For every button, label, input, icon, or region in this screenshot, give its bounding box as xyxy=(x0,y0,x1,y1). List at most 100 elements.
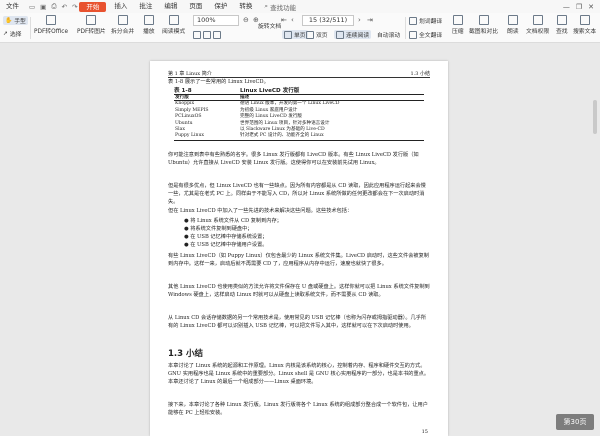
bullet-item: ● 在 USB 记忆棒中存储系统设置； xyxy=(184,234,268,240)
scroll-thumb[interactable] xyxy=(593,100,597,134)
redo-icon[interactable]: ↷ xyxy=(72,3,77,11)
continuous-read-button[interactable]: 连续阅读 xyxy=(334,30,372,39)
read-aloud-label: 朗读 xyxy=(507,29,519,35)
full-translate-label: 全文翻译 xyxy=(419,33,443,39)
play-button[interactable]: 播放 xyxy=(143,15,155,35)
ribbon-divider xyxy=(405,17,406,39)
continuous-read-icon xyxy=(336,30,344,39)
distro-table: 发行版 描述 Knoppix 德语 Linux 版本，开发的第一个 Linux … xyxy=(174,94,424,141)
search-icon: ⌕ xyxy=(264,2,269,10)
menu-insert[interactable]: 插入 xyxy=(108,0,133,13)
section-heading: 1.3 小结 xyxy=(168,349,204,359)
single-page-button[interactable]: 单页 xyxy=(282,30,308,39)
hand-tool-button[interactable]: ✋ 手型 xyxy=(3,16,28,25)
double-page-icon xyxy=(306,30,314,39)
menu-annotate[interactable]: 批注 xyxy=(133,0,158,13)
table-header-cell: 发行版 xyxy=(175,95,189,100)
paragraph: 本章讨论了 Linux 系统的起源和工作原理。Linux 内核是该系统的核心，控… xyxy=(168,363,430,385)
paragraph: 接下来，本章讨论了各种 Linux 发行版。Linux 发行版将各个 Linux… xyxy=(168,402,428,416)
rotate-doc-button[interactable]: 旋转文档 xyxy=(258,21,281,30)
prev-page-icon[interactable]: ‹ xyxy=(291,16,294,24)
pdf-to-office-button[interactable]: PDF转Office xyxy=(34,15,68,35)
split-merge-icon xyxy=(117,15,128,25)
read-aloud-button[interactable]: 朗读 xyxy=(507,15,519,35)
cursor-icon: ➚ xyxy=(3,30,8,37)
paragraph: 但是有很多优点，但 Linux LiveCD 也有一些缺点。因为所有内容都是从 … xyxy=(168,183,426,205)
minimize-icon[interactable]: — xyxy=(563,3,570,11)
ribbon-divider xyxy=(30,17,31,39)
single-page-label: 单页 xyxy=(294,33,306,39)
split-merge-button[interactable]: 拆分合并 xyxy=(111,15,134,35)
undo-icon[interactable]: ↶ xyxy=(62,3,67,11)
menu-file[interactable]: 文件 xyxy=(0,0,25,13)
function-search[interactable]: ⌕ 查找功能 xyxy=(264,2,296,12)
close-icon[interactable]: ✕ xyxy=(588,3,594,11)
translate-icon xyxy=(409,16,417,25)
actual-size-icon[interactable] xyxy=(213,31,221,39)
pdf-to-image-button[interactable]: PDF转图片 xyxy=(77,15,106,35)
bullet-item: ● 将 Linux 系统文件从 CD 复制到内存； xyxy=(184,218,282,224)
running-header-left: 第 1 章 Linux 简介 xyxy=(168,71,212,77)
menu-bar: 文件 ▭ ▣ ⎙ ↶ ↷ 开始 插入 批注 编辑 页面 保护 转换 ⌕ 查找功能… xyxy=(0,0,600,13)
fit-width-icon[interactable] xyxy=(193,31,201,39)
double-page-button[interactable]: 双页 xyxy=(306,30,328,39)
menu-edit[interactable]: 编辑 xyxy=(158,0,183,13)
open-icon[interactable]: ▭ xyxy=(29,3,35,11)
page-number-input[interactable]: 15 (32/511) xyxy=(302,15,354,26)
menu-convert[interactable]: 转换 xyxy=(233,0,258,13)
bullet-text: 在 USB 记忆棒中存储用户设置。 xyxy=(190,242,268,248)
function-search-label: 查找功能 xyxy=(270,3,297,12)
find-label: 查找 xyxy=(556,29,568,35)
paragraph: 从 Linux CD 会话存储数据的另一个常用技术是，使用常见的 USB 记忆棒… xyxy=(168,315,427,329)
table-cell: Puppy Linux xyxy=(175,133,205,139)
search-text-label: 搜索文本 xyxy=(573,29,597,35)
play-icon xyxy=(143,15,154,25)
select-tool-button[interactable]: ➚ 选择 xyxy=(3,29,21,39)
table-caption-number: 表 1-8 xyxy=(174,88,192,94)
rotate-doc-label: 旋转文档 xyxy=(258,24,282,30)
full-translate-button[interactable]: 全文翻译 xyxy=(409,30,442,39)
screenshot-compare-button[interactable]: 截图和对比 xyxy=(469,15,498,35)
magnifier-icon xyxy=(556,15,567,25)
zoom-out-icon[interactable]: ⊖ xyxy=(243,16,249,24)
menu-page[interactable]: 页面 xyxy=(183,0,208,13)
view-toggles xyxy=(193,31,221,39)
vertical-scrollbar[interactable] xyxy=(592,44,598,436)
window-controls: — ❐ ✕ xyxy=(563,3,600,11)
table-cell: 针对老式 PC 设计的、功能齐全的 Linux xyxy=(240,133,324,139)
speaker-icon xyxy=(507,15,518,25)
compress-icon xyxy=(452,15,463,25)
auto-scroll-label: 自动滚动 xyxy=(377,33,401,39)
page-number: 15 xyxy=(421,429,428,435)
play-label: 播放 xyxy=(143,29,155,35)
compress-button[interactable]: 压缩 xyxy=(452,15,464,35)
read-mode-button[interactable]: 阅读模式 xyxy=(162,15,185,35)
table-intro: 表 1-8 展示了一些常用的 Linux LiveCD。 xyxy=(168,79,269,85)
word-translate-button[interactable]: 划词翻译 xyxy=(409,16,442,25)
save-icon[interactable]: ▣ xyxy=(40,3,46,11)
hand-tool-label: 手型 xyxy=(14,19,26,25)
auto-scroll-button[interactable]: 自动滚动 xyxy=(377,30,400,39)
bullet-item: ● 在 USB 记忆棒中存储用户设置。 xyxy=(184,242,268,248)
word-translate-label: 划词翻译 xyxy=(419,19,443,25)
zoom-select[interactable]: 100% xyxy=(193,15,239,26)
fit-page-icon[interactable] xyxy=(203,31,211,39)
running-header-right: 1.3 小结 xyxy=(410,71,430,77)
doc-rights-button[interactable]: 文档权限 xyxy=(526,15,549,35)
bullet-text: 将 Linux 系统文件从 CD 复制到内存； xyxy=(190,218,282,224)
find-button[interactable]: 查找 xyxy=(556,15,568,35)
first-page-icon[interactable]: ⇤ xyxy=(281,16,287,24)
pdf-to-office-label: PDF转Office xyxy=(34,29,69,35)
continuous-read-label: 连续阅读 xyxy=(346,33,370,39)
print-icon[interactable]: ⎙ xyxy=(51,2,56,11)
restore-icon[interactable]: ❐ xyxy=(576,3,582,11)
paragraph: 其他 Linux LiveCD 也使用类似的方法允许将文件保存在 U 盘或硬盘上… xyxy=(168,284,430,298)
menu-protect[interactable]: 保护 xyxy=(208,0,233,13)
read-mode-icon xyxy=(168,15,179,25)
last-page-icon[interactable]: ⇥ xyxy=(367,16,373,24)
menu-home[interactable]: 开始 xyxy=(79,1,107,12)
table-header-cell: 描述 xyxy=(240,95,250,100)
next-page-icon[interactable]: › xyxy=(358,16,361,24)
hand-icon: ✋ xyxy=(5,17,13,24)
search-text-button[interactable]: 搜索文本 xyxy=(573,15,596,35)
